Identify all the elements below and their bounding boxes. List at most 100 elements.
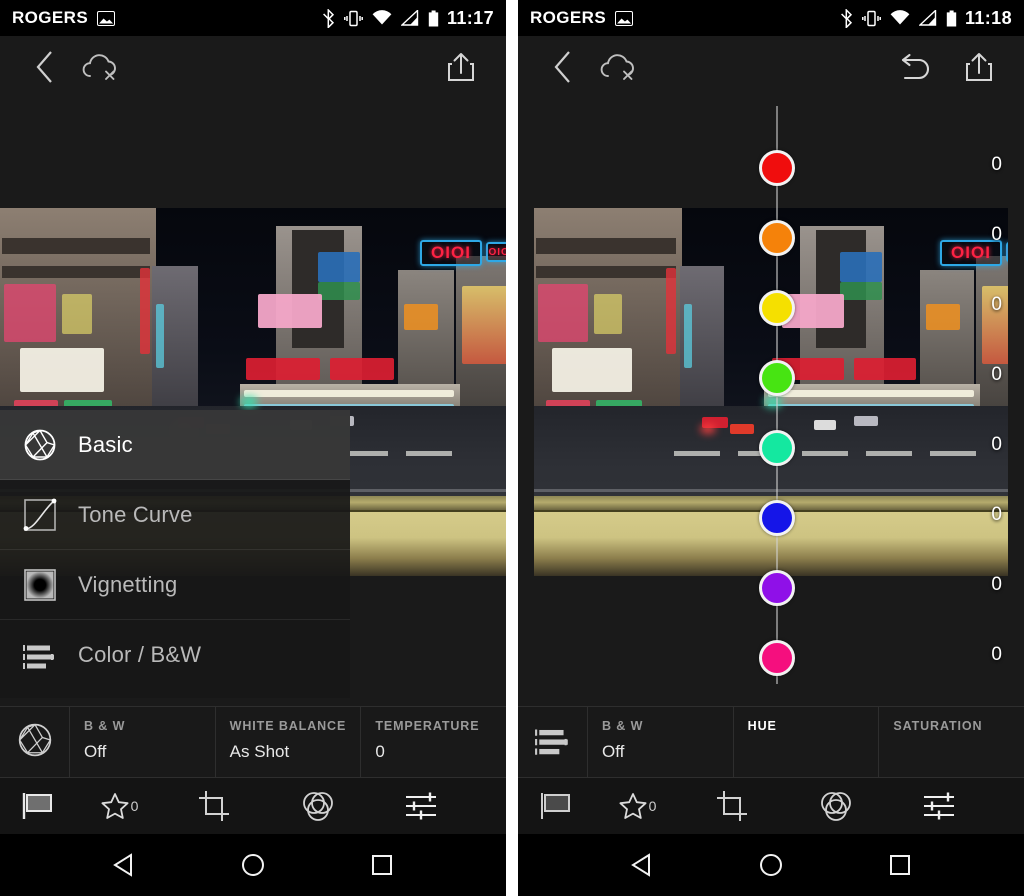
module-icon-button[interactable] (0, 707, 70, 777)
recents-square-icon[interactable] (870, 834, 930, 896)
value-text: Off (602, 742, 625, 761)
menu-item-color-bw[interactable]: Color / B&W (0, 620, 350, 690)
value-cell-saturation[interactable]: SATURATION (879, 707, 1024, 777)
menu-item-label: Color / B&W (78, 642, 202, 667)
battery-icon (428, 10, 439, 26)
cellular-signal-icon (400, 10, 419, 26)
panel-divider (506, 0, 518, 896)
photo-billboard (318, 252, 360, 282)
photo-neon-sign (594, 294, 622, 334)
photo-billboard (258, 294, 322, 328)
vibrate-icon (862, 10, 881, 26)
bluetooth-icon (323, 8, 335, 28)
photo-neon-sign (4, 284, 56, 342)
photo-car (854, 416, 878, 426)
vignette-icon (14, 568, 66, 602)
hue-dot-red[interactable] (759, 150, 795, 186)
photo-crosswalk-stripe (674, 451, 720, 456)
presets-icon[interactable] (784, 778, 888, 834)
photo-building (2, 238, 150, 254)
value-cell-hue[interactable]: HUE (734, 707, 880, 777)
home-circle-icon[interactable] (741, 834, 801, 896)
photo-billboard (926, 304, 960, 330)
photo-light-glow (240, 396, 258, 408)
app-bottom-toolbar: 0 (518, 778, 1024, 834)
photo-light-glow (764, 396, 782, 408)
photo-building (536, 266, 676, 278)
status-icon-group (840, 8, 957, 28)
value-title: B & W (84, 719, 126, 733)
cloud-off-icon[interactable] (596, 44, 642, 90)
photo-neon-sign (552, 348, 632, 392)
presets-icon[interactable] (266, 778, 370, 834)
value-title: SATURATION (893, 719, 983, 733)
adjust-sliders-icon[interactable] (888, 778, 992, 834)
hue-value-purple: 0 (991, 574, 1002, 595)
adjust-sliders-icon[interactable] (370, 778, 474, 834)
flag-icon[interactable] (518, 778, 594, 834)
app-bottom-toolbar: 0 (0, 778, 506, 834)
hue-dot-magenta[interactable] (759, 640, 795, 676)
adjust-module-menu[interactable]: Basic Tone Curve Vignetting Color / B&W (0, 410, 350, 698)
home-circle-icon[interactable] (223, 834, 283, 896)
value-title: HUE (747, 719, 777, 733)
photo-car (814, 420, 836, 430)
value-title: B & W (602, 719, 644, 733)
back-chevron-icon[interactable] (22, 44, 68, 90)
module-value-bar: B & W Off HUE SATURATION (518, 706, 1024, 778)
crop-icon[interactable] (162, 778, 266, 834)
share-export-icon[interactable] (956, 44, 1002, 90)
value-cell-white-balance[interactable]: WHITE BALANCE As Shot (216, 707, 362, 777)
screenshot-right: ROGERS 11:18 OIOI 0 0 0 0 0 0 0 0 B & W … (518, 0, 1024, 896)
photo-crosswalk-stripe (802, 451, 848, 456)
star-rating-button[interactable]: 0 (594, 778, 680, 834)
back-triangle-icon[interactable] (94, 834, 154, 896)
color-bw-icon (14, 640, 66, 670)
cellular-signal-icon (918, 10, 937, 26)
module-icon-button[interactable] (518, 707, 588, 777)
photo-neon-sign (666, 268, 676, 354)
undo-arrow-icon[interactable] (892, 44, 938, 90)
star-rating-button[interactable]: 0 (76, 778, 162, 834)
photo-neon-strip (768, 390, 974, 397)
flag-icon[interactable] (0, 778, 76, 834)
app-top-bar (0, 36, 506, 98)
back-triangle-icon[interactable] (612, 834, 672, 896)
bluetooth-icon (841, 8, 853, 28)
cloud-off-icon[interactable] (78, 44, 124, 90)
back-chevron-icon[interactable] (540, 44, 586, 90)
crop-icon[interactable] (680, 778, 784, 834)
aperture-icon (14, 428, 66, 462)
menu-item-tone-curve[interactable]: Tone Curve (0, 480, 350, 550)
value-text: As Shot (229, 742, 290, 761)
sign-oioi-small: OIOI (1006, 242, 1008, 262)
photo-road-marking (534, 489, 1008, 492)
photo-car (730, 424, 754, 434)
menu-item-vignetting[interactable]: Vignetting (0, 550, 350, 620)
clock-label: 11:18 (964, 7, 1012, 28)
photo-billboard (840, 282, 882, 300)
wifi-icon (890, 10, 910, 25)
menu-item-basic[interactable]: Basic (0, 410, 350, 480)
value-cell-bw[interactable]: B & W Off (588, 707, 734, 777)
battery-icon (946, 10, 957, 26)
status-icon-group (322, 8, 439, 28)
top-bar-right-group (438, 44, 484, 90)
status-bar: ROGERS (518, 0, 1024, 36)
wifi-icon (372, 10, 392, 25)
aperture-icon (17, 722, 53, 763)
photo-neon-sign (462, 286, 506, 364)
share-export-icon[interactable] (438, 44, 484, 90)
photo-building (2, 266, 150, 278)
dual-screenshot-stage: ROGERS 11:17 OIOI OIO Basic Tone Curve V… (0, 0, 1024, 896)
value-cell-bw[interactable]: B & W Off (70, 707, 216, 777)
recents-square-icon[interactable] (352, 834, 412, 896)
vibrate-icon (344, 10, 363, 26)
photo-image[interactable]: OIOI OIOI (534, 208, 1008, 576)
value-cell-temperature[interactable]: TEMPERATURE 0 (361, 707, 506, 777)
carrier-label: ROGERS (530, 8, 607, 27)
photo-crosswalk-stripe (406, 451, 452, 456)
hue-value-red: 0 (991, 154, 1002, 175)
module-value-bar: B & W Off WHITE BALANCE As Shot TEMPERAT… (0, 706, 506, 778)
tone-curve-icon (14, 498, 66, 532)
